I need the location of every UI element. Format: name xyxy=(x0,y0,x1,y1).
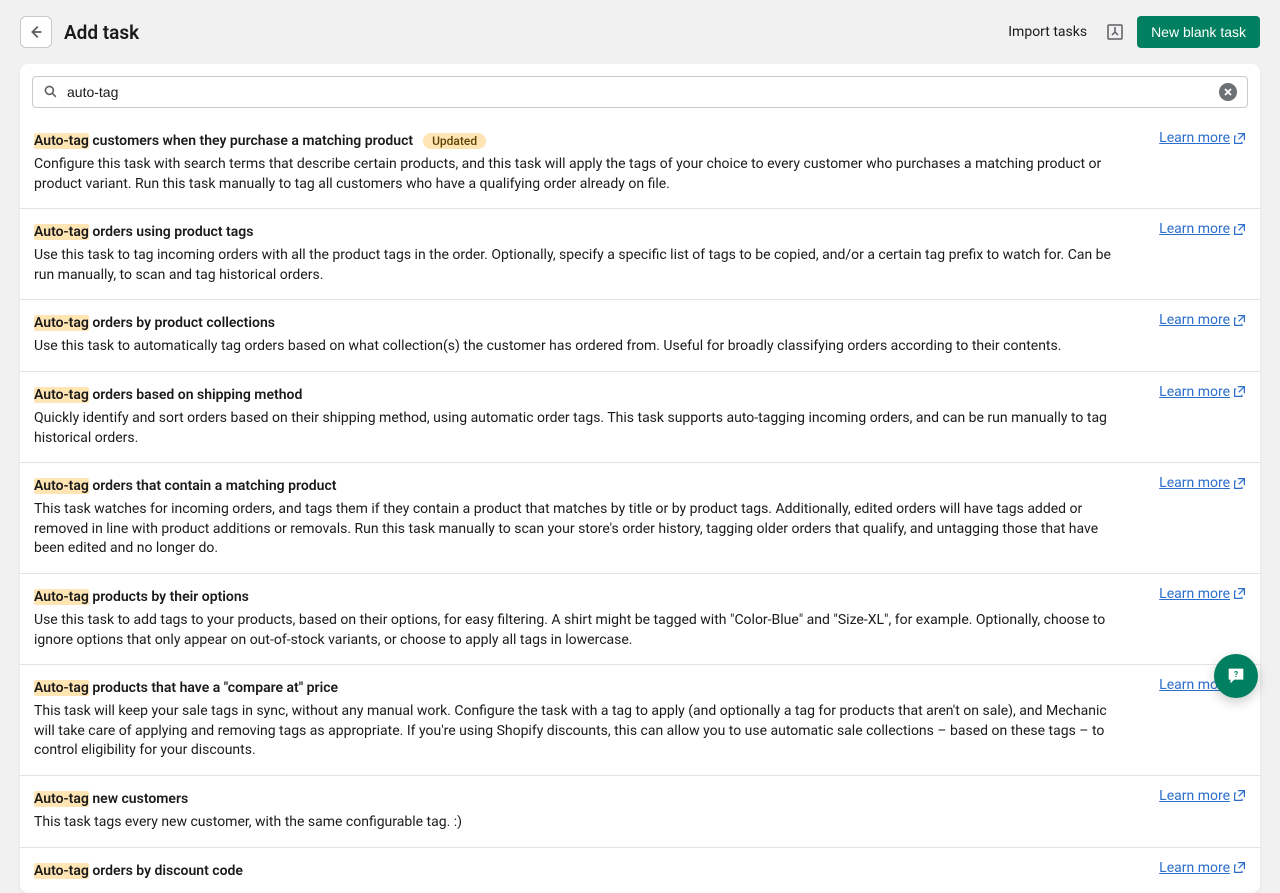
task-description: Quickly identify and sort orders based o… xyxy=(34,409,1246,448)
import-tasks-link[interactable]: Import tasks xyxy=(1008,24,1087,40)
task-title: Auto-tag customers when they purchase a … xyxy=(34,133,413,149)
task-title: Auto-tag orders using product tags xyxy=(34,224,253,240)
svg-text:?: ? xyxy=(1234,670,1238,680)
learn-more-link[interactable]: Learn more xyxy=(1159,312,1246,328)
back-button[interactable] xyxy=(20,16,52,48)
external-link-icon xyxy=(1233,385,1246,398)
task-title: Auto-tag products by their options xyxy=(34,589,249,605)
learn-more-link[interactable]: Learn more xyxy=(1159,130,1246,146)
task-item[interactable]: Auto-tag orders that contain a matching … xyxy=(20,462,1260,573)
task-description: This task will keep your sale tags in sy… xyxy=(34,702,1246,761)
task-card: Auto-tag customers when they purchase a … xyxy=(20,64,1260,893)
task-item[interactable]: Auto-tag customers when they purchase a … xyxy=(20,118,1260,208)
task-description: This task tags every new customer, with … xyxy=(34,813,1246,833)
external-link-icon xyxy=(1233,132,1246,145)
external-link-icon xyxy=(1233,861,1246,874)
learn-more-link[interactable]: Learn more xyxy=(1159,384,1246,400)
task-description: Use this task to automatically tag order… xyxy=(34,337,1246,357)
arrow-left-icon xyxy=(27,23,45,41)
task-title: Auto-tag orders based on shipping method xyxy=(34,387,302,403)
task-item[interactable]: Auto-tag orders by discount code Learn mo… xyxy=(20,847,1260,893)
task-item[interactable]: Auto-tag orders using product tags Use th… xyxy=(20,208,1260,299)
task-item[interactable]: Auto-tag orders based on shipping method… xyxy=(20,371,1260,462)
chat-icon: ? xyxy=(1225,665,1247,687)
learn-more-link[interactable]: Learn more xyxy=(1159,586,1246,602)
clear-search-button[interactable] xyxy=(1219,83,1237,101)
help-button[interactable]: ? xyxy=(1214,654,1258,698)
new-blank-task-button[interactable]: New blank task xyxy=(1137,16,1260,48)
task-title: Auto-tag orders that contain a matching … xyxy=(34,478,336,494)
task-description: This task watches for incoming orders, a… xyxy=(34,500,1246,559)
learn-more-link[interactable]: Learn more xyxy=(1159,221,1246,237)
close-icon xyxy=(1223,87,1233,97)
external-link-icon xyxy=(1233,314,1246,327)
search-icon xyxy=(43,84,59,100)
task-title: Auto-tag products that have a "compare a… xyxy=(34,680,338,696)
task-item[interactable]: Auto-tag products by their options Use th… xyxy=(20,573,1260,664)
task-description: Use this task to add tags to your produc… xyxy=(34,611,1246,650)
task-title: Auto-tag orders by discount code xyxy=(34,863,243,879)
learn-more-link[interactable]: Learn more xyxy=(1159,860,1246,876)
task-title: Auto-tag new customers xyxy=(34,791,188,807)
external-link-icon xyxy=(1233,477,1246,490)
task-description: Configure this task with search terms th… xyxy=(34,155,1246,194)
task-item[interactable]: Auto-tag new customers This task tags eve… xyxy=(20,775,1260,847)
search-box[interactable] xyxy=(32,76,1248,108)
import-icon[interactable] xyxy=(1105,22,1125,42)
updated-badge: Updated xyxy=(423,133,486,149)
external-link-icon xyxy=(1233,223,1246,236)
learn-more-link[interactable]: Learn more xyxy=(1159,788,1246,804)
search-input[interactable] xyxy=(67,84,1211,100)
page-title: Add task xyxy=(64,21,996,44)
task-description: Use this task to tag incoming orders wit… xyxy=(34,246,1246,285)
task-title: Auto-tag orders by product collections xyxy=(34,315,275,331)
task-item[interactable]: Auto-tag orders by product collections Us… xyxy=(20,299,1260,371)
external-link-icon xyxy=(1233,789,1246,802)
external-link-icon xyxy=(1233,587,1246,600)
learn-more-link[interactable]: Learn more xyxy=(1159,475,1246,491)
